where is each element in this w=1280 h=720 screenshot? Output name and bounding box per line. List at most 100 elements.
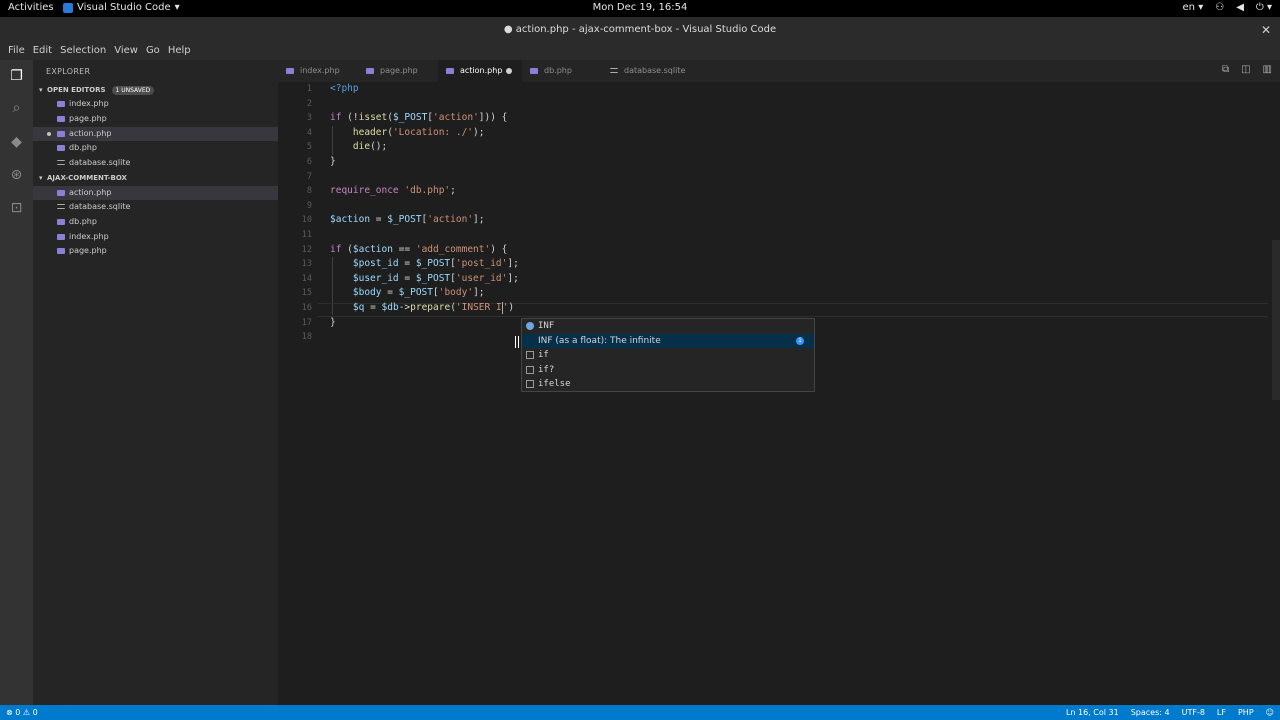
open-editor-item[interactable]: action.php (33, 127, 278, 141)
open-editor-item[interactable]: index.php (33, 97, 278, 111)
php-file-icon (57, 116, 65, 122)
constant-icon (526, 322, 534, 330)
snippet-icon (526, 351, 534, 360)
code-line: 15 $body = $_POST['body']; (301, 287, 485, 299)
explorer-sidebar: EXPLORER ▾ OPEN EDITORS 1 UNSAVED index.ph… (33, 60, 278, 705)
status-right-group: Ln 16, Col 31 Spaces: 4 UTF-8 LF PHP ☺ (1066, 705, 1274, 720)
tab-database-sqlite[interactable]: database.sqlite (602, 60, 702, 82)
editor-actions: ⧉ ◫ ▥ (1222, 64, 1272, 75)
unsaved-dot-icon (47, 132, 51, 136)
code-line: 3 if (!isset($_POST['action'])) { (306, 112, 508, 124)
code-line: 10 $action = $_POST['action']; (301, 214, 485, 226)
encoding-indicator[interactable]: UTF-8 (1182, 705, 1205, 720)
php-file-icon (286, 68, 294, 74)
search-icon[interactable]: ⌕ (8, 100, 25, 117)
menu-bar: File Edit Selection View Go Help (0, 43, 1280, 60)
php-file-icon (57, 101, 65, 107)
language-mode[interactable]: PHP (1238, 705, 1254, 720)
code-line: 5 die(); (306, 141, 388, 153)
open-editor-item[interactable]: page.php (33, 112, 278, 126)
code-line: 7 (306, 171, 312, 182)
tab-db-php[interactable]: db.php (522, 60, 602, 82)
suggestion-item[interactable]: INF (522, 319, 814, 334)
open-editor-item[interactable]: database.sqlite (33, 156, 278, 170)
chevron-down-icon: ▾ (39, 174, 43, 182)
menu-file[interactable]: File (4, 43, 29, 60)
database-file-icon (610, 68, 618, 73)
editor-tab-bar: index.php page.php action.php db.php dat… (278, 60, 1280, 82)
project-file-item[interactable]: page.php (33, 244, 278, 258)
code-line: 8 require_once 'db.php'; (306, 185, 456, 197)
code-line: 2 (306, 98, 312, 109)
problems-indicator[interactable]: ⊗ 0 ⚠ 0 (6, 705, 38, 720)
autocomplete-suggest-widget: INF INF (as a float): The infinite i if … (521, 318, 815, 392)
status-bar: ⊗ 0 ⚠ 0 Ln 16, Col 31 Spaces: 4 UTF-8 LF… (0, 705, 1280, 720)
suggestion-item[interactable]: if? (522, 363, 814, 378)
open-changes-icon[interactable]: ⧉ (1222, 64, 1229, 75)
open-editor-item[interactable]: db.php (33, 141, 278, 155)
info-icon[interactable]: i (796, 336, 804, 345)
php-file-icon (57, 219, 65, 225)
code-editor[interactable]: 1 <?php 2 3 if (!isset($_POST['action'])) … (278, 82, 1280, 705)
open-editors-header[interactable]: ▾ OPEN EDITORS 1 UNSAVED (33, 83, 278, 97)
snippet-icon (526, 365, 534, 374)
mouse-ibeam-cursor (515, 336, 519, 348)
split-editor-icon[interactable]: ◫ (1241, 64, 1250, 75)
tab-page-php[interactable]: page.php (358, 60, 438, 82)
suggestion-item-focused[interactable]: INF (as a float): The infinite i (522, 333, 814, 349)
source-control-icon[interactable]: ◆ (8, 134, 25, 151)
unsaved-badge: 1 UNSAVED (111, 86, 155, 95)
php-file-icon (366, 68, 374, 74)
editor-scrollbar[interactable] (1272, 240, 1280, 400)
explorer-title: EXPLORER (46, 67, 91, 76)
tab-action-php[interactable]: action.php (438, 60, 522, 82)
php-file-icon (530, 68, 538, 74)
window-title: ● action.php - ajax-comment-box - Visual… (503, 24, 777, 35)
project-file-item[interactable]: db.php (33, 215, 278, 229)
project-file-item[interactable]: database.sqlite (33, 200, 278, 214)
volume-icon[interactable]: ◀ (1236, 2, 1244, 13)
unsaved-dot-icon[interactable] (506, 68, 512, 74)
code-line: 4 header('Location: ./'); (306, 126, 485, 138)
project-file-item[interactable]: action.php (33, 186, 278, 200)
code-line: 12 if ($action == 'add_comment') { (301, 243, 508, 255)
code-line: 13 $post_id = $_POST['post_id']; (301, 258, 519, 270)
project-file-item[interactable]: index.php (33, 230, 278, 244)
suggestion-item[interactable]: ifelse (522, 377, 814, 392)
suggestion-item[interactable]: if (522, 348, 814, 363)
code-line: 16 $q = $db->prepare('INSER I') (301, 301, 515, 314)
chevron-down-icon: ▾ (39, 86, 43, 94)
menu-help[interactable]: Help (164, 43, 195, 60)
window-titlebar: ● action.php - ajax-comment-box - Visual… (0, 17, 1280, 43)
php-file-icon (57, 248, 65, 254)
cursor-position[interactable]: Ln 16, Col 31 (1066, 705, 1119, 720)
indentation-indicator[interactable]: Spaces: 4 (1131, 705, 1170, 720)
menu-edit[interactable]: Edit (29, 43, 56, 60)
code-line: 14 $user_id = $_POST['user_id']; (301, 272, 519, 284)
menu-view[interactable]: View (110, 43, 142, 60)
debug-icon[interactable]: ⊛ (8, 167, 25, 184)
menu-selection[interactable]: Selection (56, 43, 110, 60)
power-icon[interactable]: ⏻ ▾ (1256, 2, 1272, 13)
snippet-icon (526, 380, 534, 389)
menu-go[interactable]: Go (142, 43, 164, 60)
project-folder-header[interactable]: ▾ AJAX-COMMENT-BOX (33, 171, 278, 185)
code-line: 11 (301, 230, 312, 240)
activity-bar: ❐ ⌕ ◆ ⊛ ⊡ (0, 60, 33, 705)
system-tray: en ▾ ⚇ ◀ ⏻ ▾ (1183, 2, 1272, 13)
php-file-icon (446, 68, 454, 74)
network-icon[interactable]: ⚇ (1215, 2, 1224, 13)
tab-index-php[interactable]: index.php (278, 60, 358, 82)
language-indicator[interactable]: en ▾ (1183, 2, 1204, 13)
smiley-feedback-icon[interactable]: ☺ (1266, 705, 1274, 720)
explorer-icon[interactable]: ❐ (8, 68, 25, 85)
php-file-icon (57, 190, 65, 196)
eol-indicator[interactable]: LF (1217, 705, 1226, 720)
system-clock[interactable]: Mon Dec 19, 16:54 (0, 2, 1280, 13)
extensions-icon[interactable]: ⊡ (8, 200, 25, 217)
code-line: 6} (306, 156, 336, 167)
window-close-button[interactable]: ✕ (1261, 17, 1271, 43)
database-file-icon (57, 204, 65, 209)
more-actions-icon[interactable]: ▥ (1263, 64, 1272, 75)
code-line: 1 <?php (306, 83, 359, 94)
